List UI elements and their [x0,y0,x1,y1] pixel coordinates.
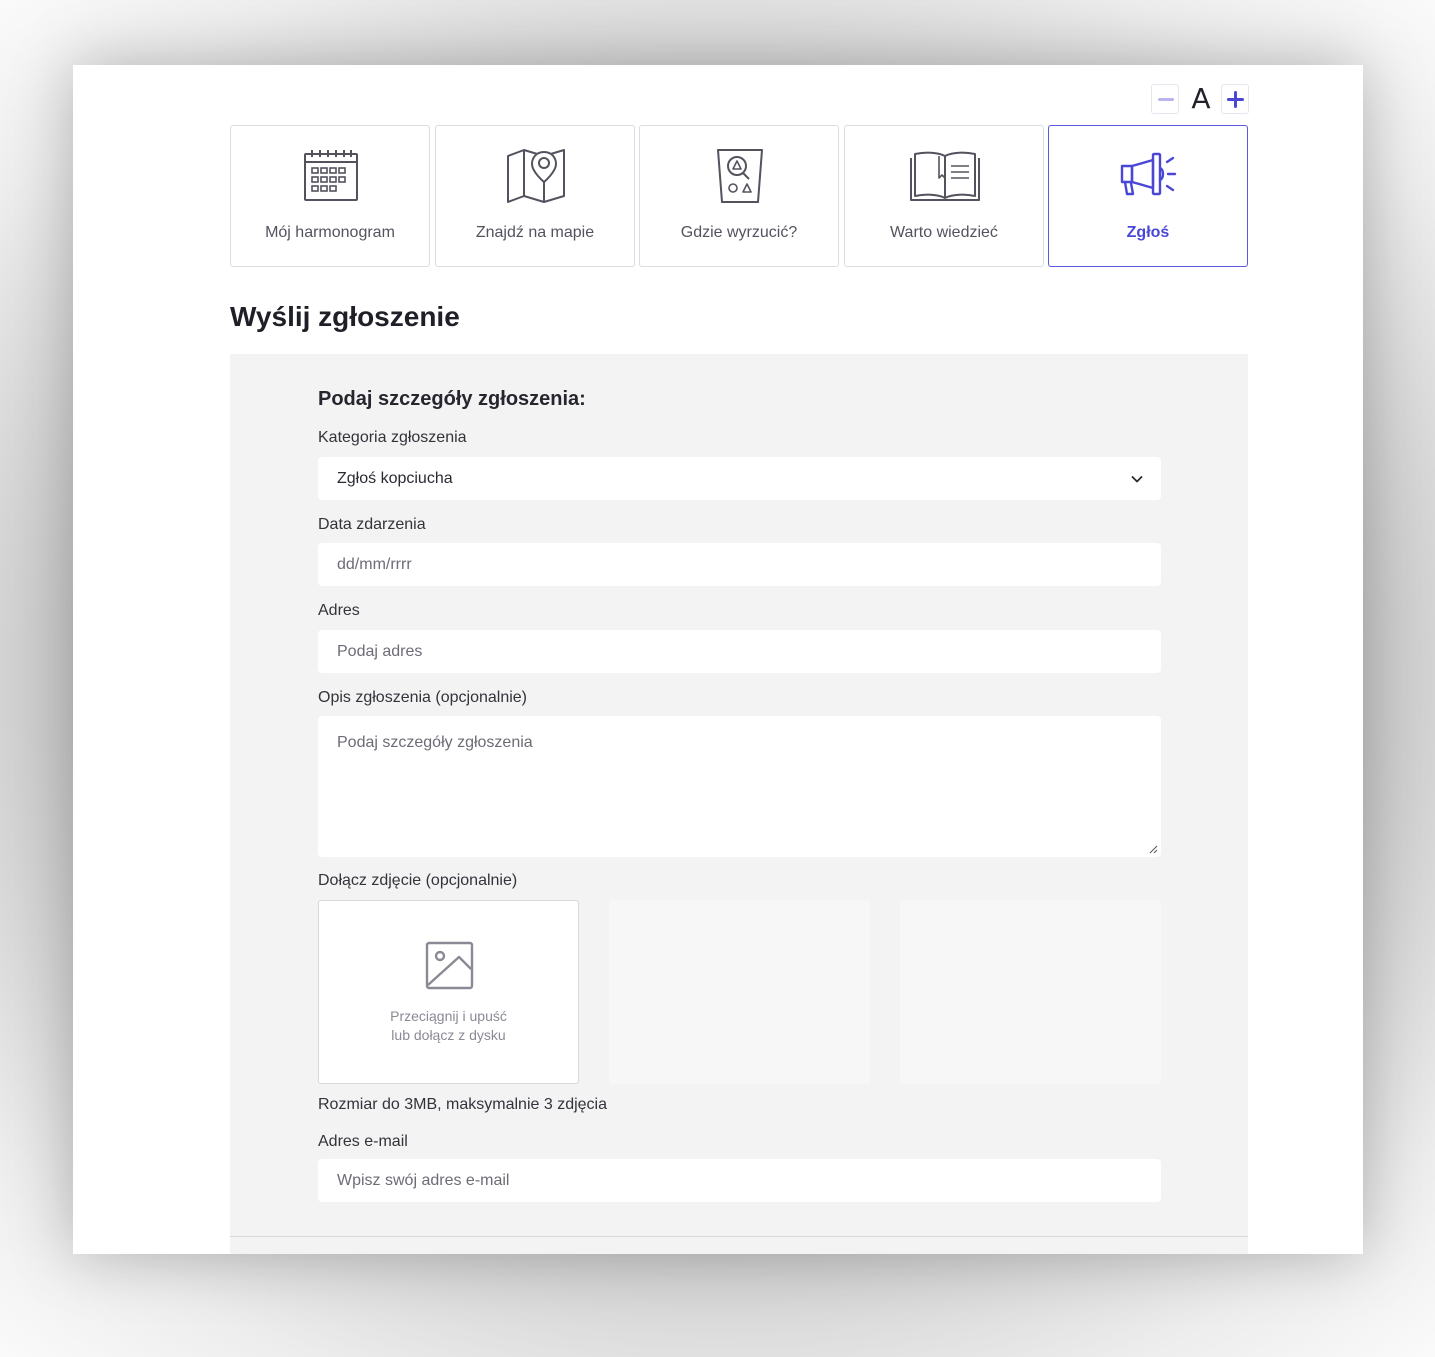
tile-znajdz-na-mapie[interactable]: Znajdź na mapie [435,125,635,267]
tile-warto-wiedziec[interactable]: Warto wiedzieć [844,125,1044,267]
tile-label: Znajdź na mapie [475,224,595,241]
image-icon [425,941,474,990]
category-label: Kategoria zgłoszenia [318,429,467,446]
tile-zglos[interactable]: Zgłoś [1048,125,1248,267]
panel-divider [230,1236,1248,1237]
address-label: Adres [318,602,360,619]
calendar-icon [304,150,358,201]
font-increase-button[interactable] [1221,84,1249,114]
tile-gdzie-wyrzucic[interactable]: Gdzie wyrzucić? [639,125,839,267]
category-selected-value: Zgłoś kopciucha [337,470,453,487]
date-label: Data zdarzenia [318,516,426,533]
dropzone-line-1: Przeciągnij i upuść [390,1008,507,1024]
dropzone-text: Przeciągnij i upuść lub dołącz z dysku [319,1007,578,1045]
form-section-title: Podaj szczegóły zgłoszenia: [318,388,586,410]
photo-label: Dołącz zdjęcie (opcjonalnie) [318,872,518,889]
dropzone-line-2: lub dołącz z dysku [391,1027,506,1043]
category-select[interactable]: Zgłoś kopciucha [318,457,1161,500]
date-input[interactable]: dd/mm/rrrr [318,543,1161,586]
report-form-panel: Podaj szczegóły zgłoszenia: Kategoria zg… [230,354,1248,1254]
font-size-label: A [1191,82,1211,115]
tile-label: Warto wiedzieć [890,224,998,241]
resize-handle-icon[interactable] [1149,845,1158,854]
book-icon [910,151,980,201]
photo-slot-2 [609,900,870,1084]
photo-slot-3 [900,900,1161,1084]
description-label: Opis zgłoszenia (opcjonalnie) [318,689,527,706]
font-decrease-button[interactable] [1151,84,1179,114]
waste-bin-icon [717,149,763,203]
tile-label: Zgłoś [1126,224,1170,241]
description-textarea[interactable]: Podaj szczegóły zgłoszenia [318,716,1161,857]
chevron-down-icon [1131,476,1143,483]
tile-moj-harmonogram[interactable]: Mój harmonogram [230,125,430,267]
megaphone-icon [1120,152,1177,196]
tile-label: Gdzie wyrzucić? [680,224,798,241]
email-input[interactable]: Wpisz swój adres e-mail [318,1159,1161,1202]
address-input[interactable]: Podaj adres [318,630,1161,673]
app-window: A Mój harmonogram Znajdź na mapie Gdzie … [73,65,1363,1254]
photo-dropzone[interactable]: Przeciągnij i upuść lub dołącz z dysku [318,900,579,1084]
map-icon [507,149,565,203]
tile-label: Mój harmonogram [265,224,395,241]
font-size-controls: A [1151,84,1249,114]
email-label: Adres e-mail [318,1133,408,1150]
description-placeholder: Podaj szczegóły zgłoszenia [337,734,533,751]
photo-size-hint: Rozmiar do 3MB, maksymalnie 3 zdjęcia [318,1096,607,1113]
page-title: Wyślij zgłoszenie [230,301,460,332]
